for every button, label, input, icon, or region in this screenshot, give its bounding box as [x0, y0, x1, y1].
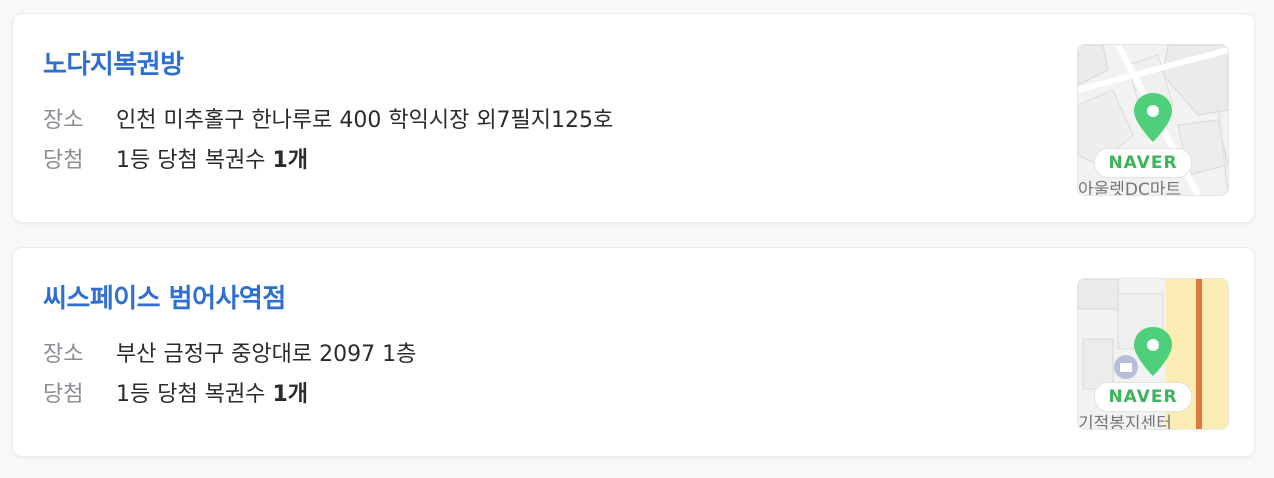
address-row: 장소 인천 미추홀구 한나루로 400 학익시장 외7필지125호: [43, 102, 613, 134]
naver-badge: NAVER: [1094, 148, 1192, 178]
win-count: 1개: [272, 382, 308, 407]
map-place-caption: 아울렛DC마트: [1078, 180, 1182, 196]
address-value: 부산 금정구 중앙대로 2097 1층: [116, 342, 417, 367]
address-label: 장소: [43, 108, 84, 133]
win-text: 1등 당첨 복권수: [116, 148, 266, 173]
store-name-link[interactable]: 씨스페이스 범어사역점: [43, 278, 286, 315]
win-row: 당첨 1등 당첨 복권수 1개: [43, 376, 308, 408]
naver-badge: NAVER: [1094, 382, 1192, 412]
map-place-caption: 기적봉지센터: [1078, 414, 1172, 430]
win-row: 당첨 1등 당첨 복권수 1개: [43, 142, 308, 174]
store-card[interactable]: 씨스페이스 범어사역점 장소 부산 금정구 중앙대로 2097 1층 당첨 1등…: [12, 247, 1255, 457]
map-thumbnail[interactable]: NAVER 아울렛DC마트: [1077, 44, 1229, 196]
address-label: 장소: [43, 342, 84, 367]
store-name-link[interactable]: 노다지복권방: [43, 44, 184, 81]
win-value: 1등 당첨 복권수 1개: [116, 142, 308, 174]
store-card[interactable]: 노다지복권방 장소 인천 미추홀구 한나루로 400 학익시장 외7필지125호…: [12, 13, 1255, 223]
lottery-store-list: 노다지복권방 장소 인천 미추홀구 한나루로 400 학익시장 외7필지125호…: [0, 0, 1274, 478]
win-value: 1등 당첨 복권수 1개: [116, 376, 308, 408]
map-thumbnail[interactable]: NAVER 기적봉지센터: [1077, 278, 1229, 430]
address-value: 인천 미추홀구 한나루로 400 학익시장 외7필지125호: [116, 108, 614, 133]
address-row: 장소 부산 금정구 중앙대로 2097 1층: [43, 336, 416, 368]
win-text: 1등 당첨 복권수: [116, 382, 266, 407]
win-label: 당첨: [43, 148, 84, 173]
win-count: 1개: [272, 148, 308, 173]
win-label: 당첨: [43, 382, 84, 407]
